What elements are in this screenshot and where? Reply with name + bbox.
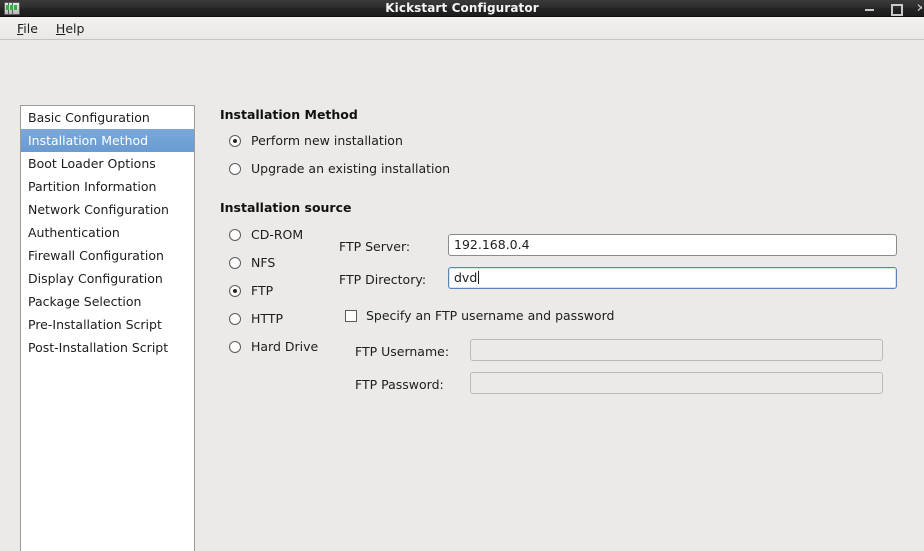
radio-source-ftp[interactable]: FTP: [229, 283, 273, 298]
window-title: Kickstart Configurator: [385, 1, 539, 15]
text-caret: [478, 271, 480, 284]
radio-source-hard-drive[interactable]: Hard Drive: [229, 339, 318, 354]
installation-source-heading: Installation source: [220, 200, 352, 215]
packages-icon: [4, 1, 20, 15]
workspace: Basic Configuration Installation Method …: [0, 40, 924, 551]
window-controls: ✕: [864, 0, 924, 16]
radio-source-http[interactable]: HTTP: [229, 311, 283, 326]
radio-indicator[interactable]: [229, 134, 241, 147]
sidebar-item-authentication[interactable]: Authentication: [21, 221, 194, 244]
sidebar-item-installation-method[interactable]: Installation Method: [21, 129, 194, 152]
sidebar-item-firewall-configuration[interactable]: Firewall Configuration: [21, 244, 194, 267]
sidebar-item-basic-configuration[interactable]: Basic Configuration: [21, 106, 194, 129]
radio-perform-new-installation[interactable]: Perform new installation: [229, 133, 403, 148]
window-titlebar: Kickstart Configurator ✕: [0, 0, 924, 17]
radio-label: Upgrade an existing installation: [251, 161, 451, 176]
sidebar-item-post-installation-script[interactable]: Post-Installation Script: [21, 336, 194, 359]
sidebar-item-pre-installation-script[interactable]: Pre-Installation Script: [21, 313, 194, 336]
radio-label: NFS: [251, 255, 276, 270]
radio-indicator[interactable]: [229, 340, 241, 353]
radio-source-cdrom[interactable]: CD-ROM: [229, 227, 303, 242]
radio-upgrade-existing-installation[interactable]: Upgrade an existing installation: [229, 161, 450, 176]
ftp-username-label: FTP Username:: [355, 344, 450, 359]
radio-label: CD-ROM: [251, 227, 304, 242]
sidebar-item-partition-information[interactable]: Partition Information: [21, 175, 194, 198]
installation-method-heading: Installation Method: [220, 107, 358, 122]
radio-label: Hard Drive: [251, 339, 319, 354]
radio-indicator[interactable]: [229, 312, 241, 325]
sidebar-item-network-configuration[interactable]: Network Configuration: [21, 198, 194, 221]
ftp-server-input[interactable]: 192.168.0.4: [448, 234, 897, 256]
menubar: File Help: [0, 17, 924, 40]
ftp-server-label: FTP Server:: [339, 239, 411, 254]
ftp-directory-value: dvd: [454, 270, 478, 285]
ftp-directory-label: FTP Directory:: [339, 272, 427, 287]
radio-source-nfs[interactable]: NFS: [229, 255, 275, 270]
ftp-password-label: FTP Password:: [355, 377, 444, 392]
sidebar-item-boot-loader-options[interactable]: Boot Loader Options: [21, 152, 194, 175]
radio-label: Perform new installation: [251, 133, 403, 148]
maximize-icon[interactable]: [890, 2, 903, 16]
checkbox-indicator[interactable]: [345, 309, 357, 322]
menu-help[interactable]: Help: [47, 19, 94, 38]
specify-ftp-credentials-checkbox[interactable]: Specify an FTP username and password: [345, 308, 614, 323]
radio-indicator[interactable]: [229, 228, 241, 241]
sidebar-item-package-selection[interactable]: Package Selection: [21, 290, 194, 313]
radio-label: HTTP: [251, 311, 283, 326]
checkbox-label: Specify an FTP username and password: [366, 308, 615, 323]
radio-label: FTP: [251, 283, 274, 298]
ftp-directory-input[interactable]: dvd: [448, 267, 897, 289]
sidebar-navigation-list[interactable]: Basic Configuration Installation Method …: [20, 105, 195, 551]
close-icon[interactable]: ✕: [916, 2, 922, 14]
content-pane: Installation Method Perform new installa…: [195, 40, 924, 551]
radio-indicator[interactable]: [229, 284, 241, 297]
ftp-username-input[interactable]: [470, 339, 883, 361]
minimize-icon[interactable]: [864, 2, 876, 14]
ftp-password-input[interactable]: [470, 372, 883, 394]
radio-indicator[interactable]: [229, 256, 241, 269]
radio-indicator[interactable]: [229, 162, 241, 175]
menu-file[interactable]: File: [8, 19, 47, 38]
sidebar-item-display-configuration[interactable]: Display Configuration: [21, 267, 194, 290]
